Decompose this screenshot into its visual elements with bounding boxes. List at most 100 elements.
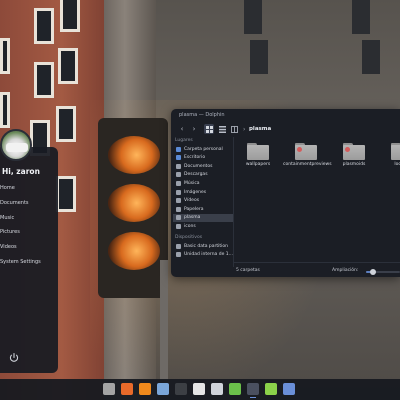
device-item[interactable]: Basic data partition <box>173 242 233 250</box>
launcher-item-system-settings[interactable]: System Settings <box>0 259 41 265</box>
folder-item[interactable]: look-... <box>379 143 400 168</box>
wallpaper-window <box>0 38 10 74</box>
launcher-item-documents[interactable]: Documents <box>0 200 29 206</box>
place-label: Descargas <box>184 172 208 178</box>
folder-item[interactable]: wallpapers <box>235 143 281 168</box>
firefox-icon[interactable] <box>121 383 133 395</box>
place-label: Carpeta personal <box>184 146 223 152</box>
place-item[interactable]: Imágenes <box>173 188 233 196</box>
folder-icon <box>176 172 181 178</box>
zoom-slider-handle[interactable] <box>369 269 376 275</box>
traffic-lamp <box>108 232 160 270</box>
back-icon: ‹ <box>180 125 184 133</box>
folder-icon <box>176 163 181 169</box>
notes-icon[interactable] <box>283 383 295 395</box>
split-view-icon <box>230 125 238 133</box>
image-viewer-icon[interactable] <box>157 383 169 395</box>
folder-item[interactable]: containmentpreviews <box>283 143 332 168</box>
compact-view-icon <box>218 125 226 133</box>
avatar-image <box>6 143 28 152</box>
zoom-slider[interactable] <box>366 269 400 275</box>
launcher-item-videos[interactable]: Videos <box>0 244 17 250</box>
compact-view-button[interactable] <box>217 124 227 134</box>
file-manager-icon[interactable] <box>103 383 115 395</box>
breadcrumb-separator-icon: › <box>243 126 246 133</box>
place-item[interactable]: Carpeta personal <box>173 145 233 153</box>
place-item[interactable]: Escritorio <box>173 154 233 162</box>
settings-icon[interactable] <box>211 383 223 395</box>
icon-view-button[interactable] <box>204 124 214 134</box>
calc-icon[interactable] <box>265 383 277 395</box>
folder-icon <box>176 155 181 161</box>
place-label: icons <box>184 223 196 229</box>
devices-header: Dispositivos <box>175 235 203 240</box>
place-label: Vídeos <box>184 198 200 204</box>
wallpaper-window <box>362 40 380 74</box>
breadcrumb[interactable]: plasma <box>249 126 271 132</box>
launcher-item-music[interactable]: Music <box>0 215 14 221</box>
place-item[interactable]: Música <box>173 179 233 187</box>
split-view-button[interactable] <box>229 124 239 134</box>
power-icon <box>9 352 19 362</box>
place-item[interactable]: Descargas <box>173 171 233 179</box>
active-task-indicator <box>250 397 256 398</box>
folder-count: 5 carpetas <box>236 268 260 273</box>
place-label: plasma <box>184 215 201 221</box>
places-header: Lugares <box>175 138 193 143</box>
icon-view-icon <box>205 125 213 133</box>
folder-icon <box>176 180 181 186</box>
wallpaper-window <box>34 62 54 98</box>
folder-item[interactable]: plasmoids <box>331 143 377 168</box>
wallpaper-pole <box>160 260 168 380</box>
vlc-icon[interactable] <box>139 383 151 395</box>
dolphin-window: plasma — Dolphin ‹ › › plasma Lugares Ca… <box>171 109 400 277</box>
device-item[interactable]: Unidad interna de 1... <box>173 251 233 259</box>
wallpaper-window <box>244 0 262 34</box>
place-item[interactable]: Papelera <box>173 205 233 213</box>
folder-label: containmentpreviews <box>283 162 332 167</box>
launcher-item-pictures[interactable]: Pictures <box>0 229 20 235</box>
file-view: wallpapers containmentpreviews plasmoids lo… <box>235 137 400 262</box>
folder-label: look-... <box>394 162 400 167</box>
place-item[interactable]: Documentos <box>173 162 233 170</box>
folder-icon <box>295 143 317 160</box>
drive-icon <box>176 243 181 249</box>
folder-icon <box>176 206 181 212</box>
places-panel: Lugares Carpeta personal Escritorio Docume… <box>171 137 234 267</box>
launcher-item-home[interactable]: Home <box>0 185 15 191</box>
place-item[interactable]: icons <box>173 222 233 230</box>
wallpaper-window <box>352 0 370 34</box>
spreadsheet-icon[interactable] <box>229 383 241 395</box>
place-item[interactable]: Vídeos <box>173 197 233 205</box>
application-launcher: Hi, zaron Home Documents Music Pictures Vide… <box>0 129 58 373</box>
avatar[interactable] <box>0 129 32 161</box>
place-label: Escritorio <box>184 155 206 161</box>
place-label: Documentos <box>184 163 213 169</box>
wallpaper-window <box>60 0 80 32</box>
folder-icon <box>176 215 181 221</box>
device-label: Basic data partition <box>184 243 229 249</box>
folder-label: plasmoids <box>342 162 366 167</box>
forward-icon: › <box>192 125 196 133</box>
forward-button[interactable]: › <box>189 124 199 134</box>
wallpaper-window <box>34 8 54 44</box>
dolphin-toolbar: ‹ › › plasma <box>171 122 400 136</box>
window-titlebar[interactable]: plasma — Dolphin <box>171 109 400 122</box>
status-bar: 5 carpetas Ampliación: <box>234 262 400 277</box>
place-item[interactable]: plasma <box>173 213 233 222</box>
text-editor-icon[interactable] <box>193 383 205 395</box>
zoom-label: Ampliación: <box>332 268 359 273</box>
terminal-icon[interactable] <box>175 383 187 395</box>
traffic-lamp <box>108 184 160 222</box>
power-button[interactable] <box>8 349 20 362</box>
folder-icon <box>176 189 181 195</box>
wallpaper-window <box>56 106 76 142</box>
back-button[interactable]: ‹ <box>177 124 187 134</box>
wallpaper-traffic-light <box>98 118 168 298</box>
folder-icon <box>176 223 181 229</box>
app-launcher-icon[interactable] <box>247 383 259 395</box>
wallpaper-window <box>56 176 76 212</box>
place-label: Papelera <box>184 206 204 212</box>
folder-label: wallpapers <box>245 162 271 167</box>
window-title: plasma — Dolphin <box>179 112 225 118</box>
